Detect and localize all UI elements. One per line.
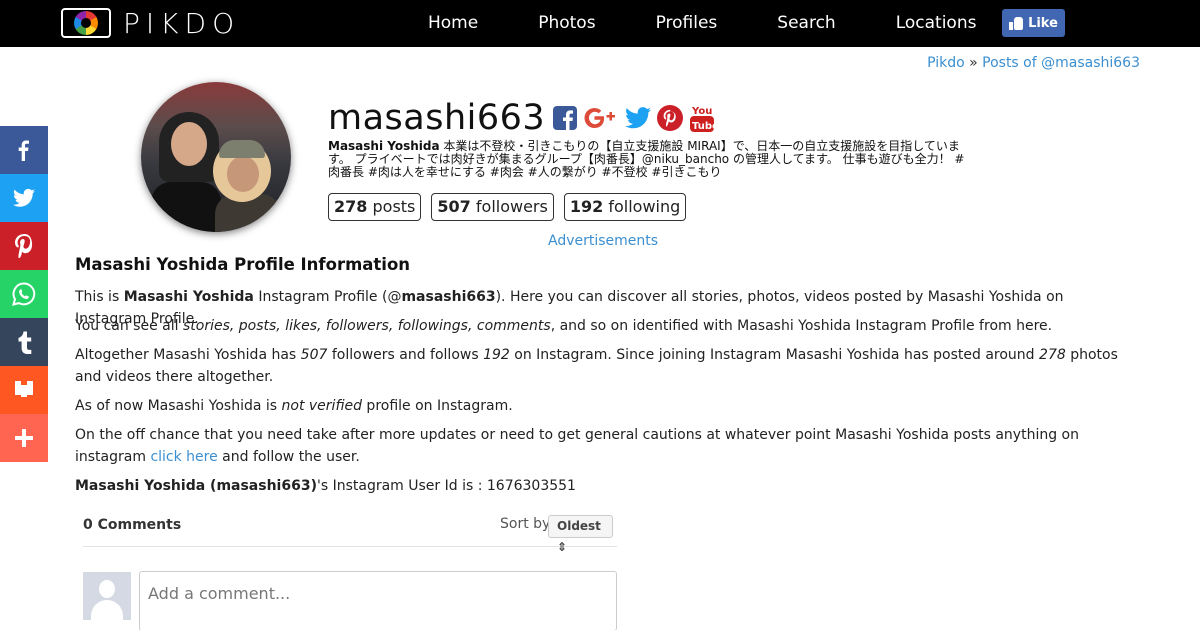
profile-info-title: Masashi Yoshida Profile Information: [75, 255, 411, 274]
facebook-icon: [18, 140, 29, 161]
comment-user-avatar-icon: [83, 572, 131, 620]
info-paragraph-5: On the off chance that you need take aft…: [75, 427, 1079, 465]
youtube-icon[interactable]: You Tube: [689, 103, 715, 133]
sort-label: Sort by: [500, 516, 551, 532]
posts-label: posts: [372, 197, 416, 216]
comments-header: 0 Comments Sort by Oldest ⇕: [83, 515, 617, 554]
tumblr-share-button[interactable]: [0, 318, 48, 366]
camera-logo-icon: [61, 8, 111, 38]
nav-link-home[interactable]: Home: [398, 0, 508, 47]
nav-link-profiles[interactable]: Profiles: [626, 0, 748, 47]
advertisements-label: Advertisements: [548, 233, 659, 249]
logo-text: PIKDO: [123, 6, 241, 40]
mix-icon: [15, 381, 33, 397]
breadcrumb-separator: »: [969, 55, 978, 71]
profile-stats: 278 posts 507 followers 192 following: [328, 193, 687, 221]
pinterest-icon[interactable]: [657, 105, 684, 131]
followers-count: 507: [437, 197, 471, 216]
profile-avatar: [141, 82, 291, 232]
nav-link-locations[interactable]: Locations: [866, 0, 1007, 47]
twitter-share-button[interactable]: [0, 174, 48, 222]
top-navbar: PIKDO Home Photos Profiles Search Locati…: [0, 0, 1200, 47]
info-paragraph-4: As of now Masashi Yoshida is not verifie…: [75, 398, 513, 414]
mix-share-button[interactable]: [0, 366, 48, 414]
bio-name: Masashi Yoshida: [328, 139, 440, 153]
thumbs-up-icon: [1009, 16, 1024, 30]
comment-input[interactable]: Add a comment...: [139, 571, 617, 630]
nav-link-search[interactable]: Search: [747, 0, 865, 47]
posts-stat[interactable]: 278 posts: [328, 193, 422, 221]
social-icons: You Tube: [553, 103, 715, 133]
profile-username: masashi663: [328, 98, 546, 138]
facebook-share-button[interactable]: [0, 126, 48, 174]
share-sidebar: [0, 126, 48, 462]
facebook-like-button[interactable]: Like: [1002, 9, 1065, 37]
followers-stat[interactable]: 507 followers: [431, 193, 554, 221]
sort-select[interactable]: Oldest ⇕: [548, 515, 613, 554]
posts-count: 278: [334, 197, 368, 216]
following-stat[interactable]: 192 following: [563, 193, 687, 221]
info-paragraph-6: Masashi Yoshida (masashi663)'s Instagram…: [75, 478, 576, 494]
breadcrumb: Pikdo » Posts of @masashi663: [927, 55, 1140, 71]
info-paragraph-3: Altogether Masashi Yoshida has 507 follo…: [75, 347, 1118, 385]
svg-text:Tube: Tube: [692, 121, 715, 132]
username-row: masashi663 You Tube: [328, 98, 715, 138]
twitter-icon: [13, 188, 35, 207]
pinterest-icon: [15, 234, 33, 258]
facebook-icon[interactable]: [553, 106, 578, 130]
click-here-link[interactable]: click here: [150, 449, 217, 465]
like-label: Like: [1028, 15, 1058, 31]
info-paragraph-2: You can see all stories, posts, likes, f…: [75, 318, 1053, 334]
nav-link-photos[interactable]: Photos: [508, 0, 625, 47]
profile-bio: Masashi Yoshida 本業は不登校・引きこもりの【自立支援施設 MIR…: [328, 140, 976, 179]
more-share-button[interactable]: [0, 414, 48, 462]
twitter-icon[interactable]: [625, 107, 652, 129]
tumblr-icon: [18, 331, 32, 354]
svg-text:You: You: [691, 106, 712, 117]
whatsapp-icon: [12, 282, 36, 306]
followers-label: followers: [475, 197, 548, 216]
breadcrumb-current[interactable]: Posts of @masashi663: [982, 55, 1140, 71]
site-logo[interactable]: PIKDO: [61, 6, 241, 40]
comments-count: 0 Comments: [83, 517, 182, 533]
whatsapp-share-button[interactable]: [0, 270, 48, 318]
plus-icon: [15, 429, 33, 447]
google-plus-icon[interactable]: [583, 106, 619, 130]
breadcrumb-home[interactable]: Pikdo: [927, 55, 965, 71]
following-count: 192: [569, 197, 604, 216]
nav-links: Home Photos Profiles Search Locations: [398, 0, 1006, 47]
pinterest-share-button[interactable]: [0, 222, 48, 270]
following-label: following: [608, 197, 681, 216]
